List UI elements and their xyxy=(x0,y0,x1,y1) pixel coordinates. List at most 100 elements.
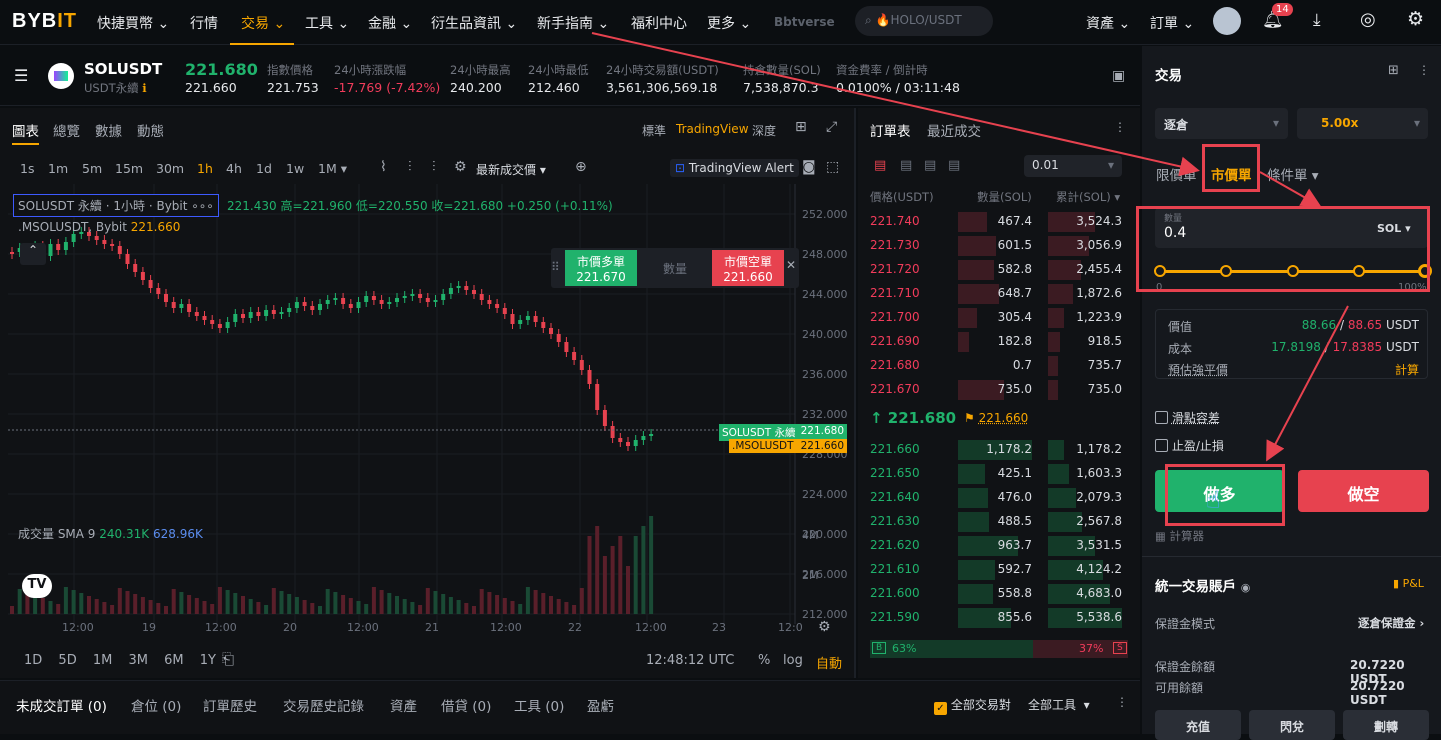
tab-assets[interactable]: 資產 xyxy=(390,695,417,715)
settings-icon[interactable]: ⚙ xyxy=(818,619,831,635)
margin-mode-select[interactable]: 逐倉 ▾ xyxy=(1155,108,1288,139)
orderbook-row[interactable]: 221.730 601.5 3,056.9 xyxy=(858,234,1140,258)
tf-1s[interactable]: 1s xyxy=(20,161,34,176)
search-input[interactable]: ⌕ 🔥HOLO/USDT xyxy=(855,6,993,36)
gear-icon[interactable]: ⚙ xyxy=(454,159,467,175)
collapse-icon[interactable]: ⌃ xyxy=(20,243,46,265)
view-both-icon[interactable]: ▤ xyxy=(874,158,886,173)
all-pairs-checkbox[interactable]: ✓ 全部交易對 xyxy=(934,696,1011,715)
transfer-button[interactable]: 劃轉 xyxy=(1343,710,1429,740)
nav-more[interactable]: 更多 ⌄ xyxy=(707,13,751,33)
view-bids-icon[interactable]: ▤ xyxy=(924,158,936,173)
auto-toggle[interactable]: 自動 xyxy=(816,653,842,672)
add-icon[interactable]: ⊕ xyxy=(575,159,587,175)
tf-5m[interactable]: 5m xyxy=(82,161,102,176)
globe-icon[interactable]: ◎ xyxy=(1360,9,1376,30)
tf-1d[interactable]: 1d xyxy=(256,161,272,176)
tradingview-logo-icon[interactable]: TV xyxy=(22,574,52,598)
nav-bbtverse[interactable]: Bbtverse xyxy=(774,15,835,29)
log-toggle[interactable]: log xyxy=(783,653,803,668)
tf-1m[interactable]: 1m xyxy=(48,161,68,176)
layout-icon[interactable]: ▣ xyxy=(1112,68,1125,84)
tab-open-orders[interactable]: 未成交訂單 (0) xyxy=(16,695,107,715)
tab-trade-history[interactable]: 交易歷史記錄 xyxy=(283,695,364,715)
orderbook-row[interactable]: 221.650 425.1 1,603.3 xyxy=(858,462,1140,486)
range-1m[interactable]: 1M xyxy=(93,653,113,668)
tab-tools[interactable]: 工具 (0) xyxy=(514,695,564,715)
tf-1h[interactable]: 1h xyxy=(197,161,213,176)
nav-finance[interactable]: 金融 ⌄ xyxy=(368,13,412,33)
nav-trade[interactable]: 交易 ⌄ xyxy=(241,13,285,33)
tab-order-history[interactable]: 訂單歷史 xyxy=(203,695,257,715)
range-1y[interactable]: 1Y xyxy=(200,653,216,668)
chart-type-icon[interactable]: ⫶ xyxy=(408,159,412,175)
tab-news[interactable]: 動態 xyxy=(137,120,164,140)
orderbook-row[interactable]: 221.610 592.7 4,124.2 xyxy=(858,558,1140,582)
more-icon[interactable]: ⋮ xyxy=(1116,695,1128,709)
symbol-name[interactable]: SOLUSDT xyxy=(84,60,162,78)
chart-legend-symbol[interactable]: SOLUSDT 永續 · 1小時 · Bybit ∘∘∘ xyxy=(13,194,219,217)
tab-pnl[interactable]: 盈虧 xyxy=(587,695,614,715)
settings-icon[interactable]: ⚙ xyxy=(1407,8,1424,30)
leverage-select[interactable]: 5.00x ▾ xyxy=(1297,108,1428,139)
eye-icon[interactable]: ◉ xyxy=(1241,581,1251,594)
orderbook-row[interactable]: 221.600 558.8 4,683.0 xyxy=(858,582,1140,606)
tab-loans[interactable]: 借貸 (0) xyxy=(441,695,491,715)
grid-icon[interactable]: ⊞ xyxy=(795,119,807,135)
orderbook-row[interactable]: 221.590 855.6 5,538.6 xyxy=(858,606,1140,630)
orderbook-row[interactable]: 221.740 467.4 3,524.3 xyxy=(858,210,1140,234)
camera-icon[interactable]: ◙ xyxy=(802,159,816,175)
fullscreen-icon[interactable]: ⤢ xyxy=(826,119,837,135)
expand-icon[interactable]: ⬚ xyxy=(826,159,839,175)
price-type-select[interactable]: 最新成交價 ▾ xyxy=(476,161,546,178)
orderbook-row[interactable]: 221.700 305.4 1,223.9 xyxy=(858,306,1140,330)
view-standard[interactable]: 標準 xyxy=(642,122,666,139)
liq-calc-link[interactable]: 計算 xyxy=(1395,361,1419,378)
convert-button[interactable]: 閃兌 xyxy=(1249,710,1335,740)
orderbook-row[interactable]: 221.670 735.0 735.0 xyxy=(858,378,1140,402)
view-depth[interactable]: 深度 xyxy=(752,122,776,139)
apps-icon[interactable]: ⊞ xyxy=(1388,63,1399,78)
col-total[interactable]: 累計(SOL) ▾ xyxy=(1056,189,1120,205)
pnl-link[interactable]: ▮ P&L xyxy=(1393,577,1424,590)
deposit-button[interactable]: 充值 xyxy=(1155,710,1241,740)
orderbook-row[interactable]: 221.630 488.5 2,567.8 xyxy=(858,510,1140,534)
tab-data[interactable]: 數據 xyxy=(95,120,122,140)
tpsl-checkbox[interactable]: 止盈/止損 xyxy=(1155,437,1224,454)
tab-recent-trades[interactable]: 最近成交 xyxy=(927,120,981,140)
range-1d[interactable]: 1D xyxy=(24,653,42,668)
orderbook-row[interactable]: 221.620 963.7 3,531.5 xyxy=(858,534,1140,558)
utc-clock[interactable]: 12:48:12 UTC xyxy=(646,653,734,668)
nav-beginner-guide[interactable]: 新手指南 ⌄ xyxy=(537,13,609,33)
tab-chart[interactable]: 圖表 xyxy=(12,120,39,145)
date-range-icon[interactable]: ⎗ xyxy=(222,650,234,668)
nav-assets[interactable]: 資產 ⌄ xyxy=(1086,13,1130,33)
tf-1w[interactable]: 1w xyxy=(286,161,304,176)
market-long-button[interactable]: 市價多單 221.670 xyxy=(565,250,637,286)
nav-orders[interactable]: 訂單 ⌄ xyxy=(1150,13,1194,33)
nav-rewards[interactable]: 福利中心 xyxy=(631,13,687,33)
short-button[interactable]: 做空 xyxy=(1298,470,1429,512)
menu-icon[interactable]: ☰ xyxy=(14,66,28,85)
compare-icon[interactable]: ⫶ xyxy=(432,159,436,175)
market-short-button[interactable]: 市價空單 221.660 xyxy=(712,250,784,286)
range-5d[interactable]: 5D xyxy=(58,653,76,668)
percent-toggle[interactable]: % xyxy=(758,653,770,668)
avatar[interactable] xyxy=(1213,7,1241,35)
download-icon[interactable]: ⤓ xyxy=(1313,10,1321,30)
calculator-link[interactable]: ▦ 計算器 xyxy=(1155,528,1204,544)
nav-markets[interactable]: 行情 xyxy=(190,13,218,33)
price-step-select[interactable]: 0.01 ▾ xyxy=(1024,155,1122,177)
orderbook-row[interactable]: 221.640 476.0 2,079.3 xyxy=(858,486,1140,510)
tab-positions[interactable]: 倉位 (0) xyxy=(131,695,181,715)
more-icon[interactable]: ⋮ xyxy=(1418,63,1430,77)
nav-derivatives-info[interactable]: 衍生品資訊 ⌄ xyxy=(431,13,517,33)
range-selector[interactable]: 1D 5D 1M 3M 6M 1Y xyxy=(24,653,216,668)
tf-4h[interactable]: 4h xyxy=(226,161,242,176)
tf-30m[interactable]: 30m xyxy=(156,161,184,176)
tf-15m[interactable]: 15m xyxy=(115,161,143,176)
view-asks-icon[interactable]: ▤ xyxy=(900,158,912,173)
slippage-checkbox[interactable]: 滑點容差 xyxy=(1155,409,1220,426)
tf-1M[interactable]: 1M ▾ xyxy=(318,161,347,176)
view-list-icon[interactable]: ▤ xyxy=(948,158,960,173)
